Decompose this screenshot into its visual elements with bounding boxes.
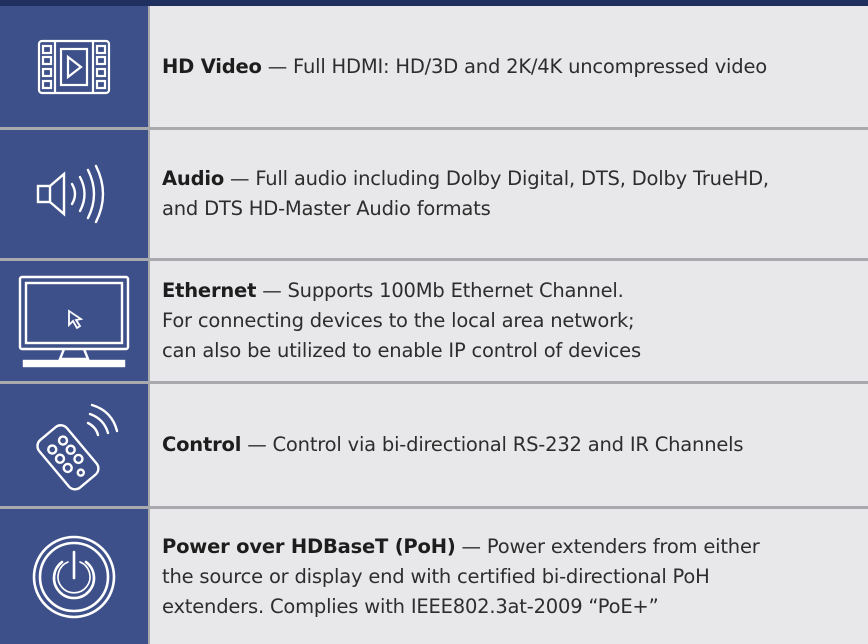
feature-description: Power over HDBaseT (PoH) — Power extende… (162, 534, 760, 618)
feature-row-power: Power over HDBaseT (PoH) — Power extende… (0, 509, 868, 644)
feature-row-hd-video: HD Video — Full HDMI: HD/3D and 2K/4K un… (0, 6, 868, 127)
feature-description: HD Video — Full HDMI: HD/3D and 2K/4K un… (162, 54, 767, 78)
text-cell: Audio — Full audio including Dolby Digit… (150, 130, 868, 258)
text-cell: Power over HDBaseT (PoH) — Power extende… (150, 509, 868, 644)
icon-cell (0, 6, 150, 127)
film-play-icon (37, 39, 111, 95)
icon-cell (0, 509, 150, 644)
power-icon (29, 532, 119, 622)
feature-title: Power over HDBaseT (PoH) (162, 534, 456, 558)
feature-title: Control (162, 433, 242, 456)
feature-title: Ethernet (162, 279, 257, 302)
feature-row-ethernet: Ethernet — Supports 100Mb Ethernet Chann… (0, 261, 868, 381)
remote-control-icon (26, 397, 122, 493)
feature-row-control: Control — Control via bi-directional RS-… (0, 384, 868, 506)
feature-row-audio: Audio — Full audio including Dolby Digit… (0, 130, 868, 258)
icon-cell (0, 384, 150, 506)
text-cell: Control — Control via bi-directional RS-… (150, 384, 868, 506)
feature-title: HD Video (162, 54, 262, 78)
icon-cell (0, 261, 150, 381)
monitor-cursor-icon (14, 273, 134, 369)
text-cell: Ethernet — Supports 100Mb Ethernet Chann… (150, 261, 868, 381)
feature-title: Audio (162, 167, 225, 190)
feature-description: Control — Control via bi-directional RS-… (162, 433, 744, 456)
icon-cell (0, 130, 150, 258)
text-cell: HD Video — Full HDMI: HD/3D and 2K/4K un… (150, 6, 868, 127)
speaker-volume-icon (34, 164, 114, 224)
feature-description: Ethernet — Supports 100Mb Ethernet Chann… (162, 279, 641, 362)
feature-description: Audio — Full audio including Dolby Digit… (162, 167, 769, 220)
